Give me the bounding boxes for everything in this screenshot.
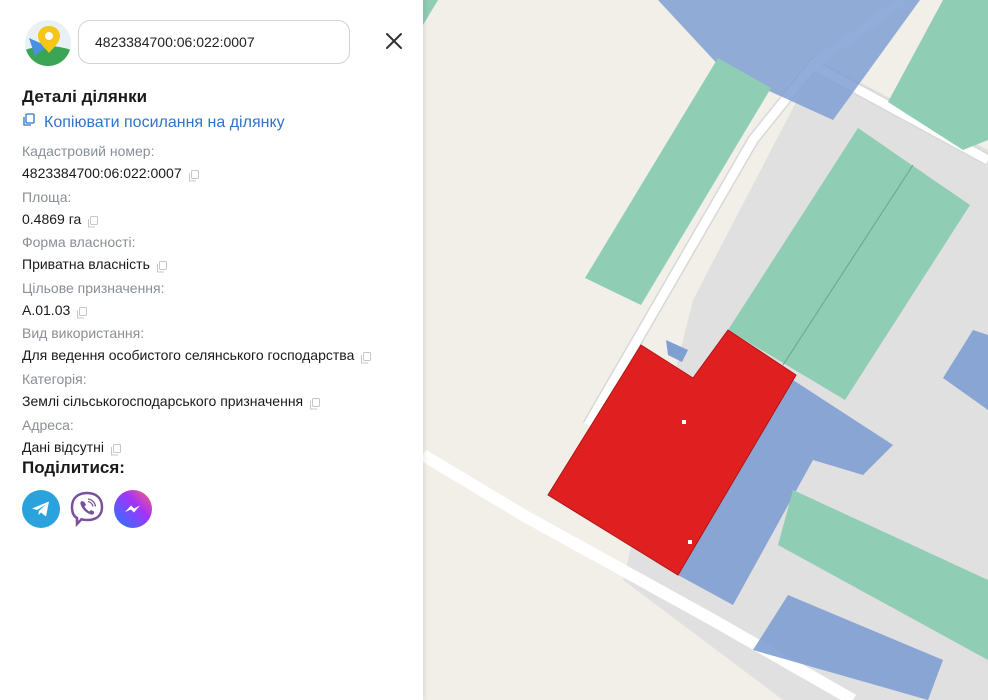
copy-icon[interactable] [360,349,372,364]
field-cadastral-number: Кадастровий номер: 4823384700:06:022:000… [22,142,412,187]
field-area: Площа: 0.4869 га [22,188,412,233]
share-heading: Поділитися: [22,458,125,477]
copy-link-button[interactable]: Копіювати посилання на ділянку [22,113,285,132]
copy-icon[interactable] [188,167,200,182]
field-value: Для ведення особистого селянського госпо… [22,347,355,364]
copy-icon[interactable] [110,441,122,456]
field-value: Землі сільськогосподарського призначення [22,392,304,409]
field-ownership: Форма власності: Приватна власність [22,233,412,278]
close-icon[interactable] [383,30,405,52]
map-parcel-green [423,0,438,25]
field-label: Адреса: [22,416,74,433]
parcel-details-panel: 4823384700:06:022:0007 Деталі ділянки Ко… [0,0,423,700]
messenger-icon[interactable] [114,490,152,528]
copy-link-label: Копіювати посилання на ділянку [44,113,285,131]
field-purpose: Цільове призначення: А.01.03 [22,279,412,324]
field-label: Категорія: [22,370,87,387]
map-view[interactable] [423,0,988,700]
share-buttons [22,490,152,528]
details-heading: Деталі ділянки [22,87,148,106]
copy-icon[interactable] [76,304,88,319]
field-address: Адреса: Дані відсутні [22,416,412,461]
field-label: Вид використання: [22,325,145,342]
field-label: Кадастровий номер: [22,143,155,159]
field-usage: Вид використання: Для ведення особистого… [22,324,412,369]
app-logo-icon [25,20,71,66]
copy-icon[interactable] [156,258,168,273]
field-value: 0.4869 га [22,210,82,227]
viber-icon[interactable] [68,490,106,528]
field-value: 4823384700:06:022:0007 [22,165,182,181]
details-fields: Кадастровий номер: 4823384700:06:022:000… [22,141,412,460]
copy-icon[interactable] [309,395,321,410]
map-canvas[interactable] [423,0,988,700]
parcel-marker [682,420,686,424]
field-label: Цільове призначення: [22,279,165,296]
field-label: Площа: [22,188,72,205]
field-value: Дані відсутні [22,438,104,455]
field-label: Форма власності: [22,234,136,251]
field-value: А.01.03 [22,301,71,318]
telegram-icon[interactable] [22,490,60,528]
copy-icon [22,113,36,132]
parcel-marker [688,540,692,544]
search-input[interactable]: 4823384700:06:022:0007 [78,20,350,64]
copy-icon[interactable] [87,213,99,228]
field-value: Приватна власність [22,256,150,273]
field-category: Категорія: Землі сільськогосподарського … [22,370,412,415]
